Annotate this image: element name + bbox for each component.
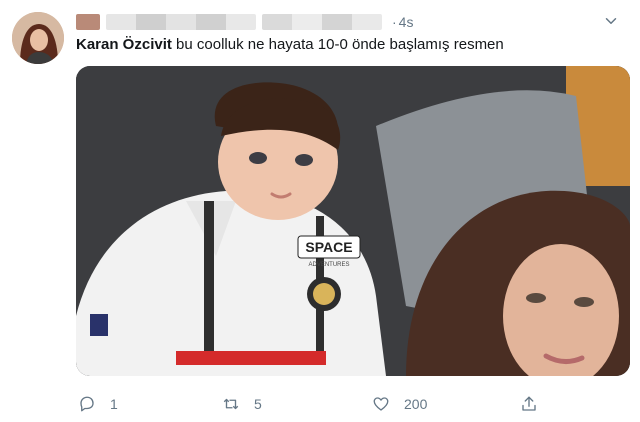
action-bar: 1 5 200: [76, 392, 576, 416]
blurred-name: [76, 14, 100, 30]
avatar[interactable]: [12, 12, 64, 64]
shirt-subtext: ADVENTURES: [308, 262, 349, 268]
tweet-photo[interactable]: SPACE ADVENTURES: [76, 66, 630, 376]
retweet-icon: [223, 398, 239, 410]
shirt-text: SPACE: [305, 239, 352, 255]
retweet-button[interactable]: 5: [222, 395, 262, 413]
reply-button[interactable]: 1: [78, 395, 118, 413]
separator-dot: ·: [392, 14, 397, 30]
share-icon: [522, 396, 536, 411]
share-button[interactable]: [520, 395, 552, 413]
blurred-handle: [262, 14, 382, 30]
chevron-down-icon[interactable]: [602, 12, 620, 30]
like-count: 200: [404, 396, 428, 412]
reply-count: 1: [110, 396, 118, 412]
tweet-body: bu coolluk ne hayata 10-0 önde başlamış …: [171, 36, 504, 53]
like-button[interactable]: 200: [372, 395, 427, 413]
mention[interactable]: Karan Özcivit: [76, 36, 172, 53]
reply-icon: [80, 396, 94, 412]
retweet-count: 5: [254, 396, 262, 412]
tweet: · 4s Karan Özcivit bu coolluk ne hayata …: [0, 0, 640, 422]
blurred-display-name: [106, 14, 256, 30]
tweet-text: Karan Özcivit bu coolluk ne hayata 10-0 …: [76, 35, 504, 55]
tweet-header: · 4s: [76, 10, 620, 34]
heart-icon: [373, 397, 389, 411]
timestamp[interactable]: 4s: [399, 14, 414, 30]
